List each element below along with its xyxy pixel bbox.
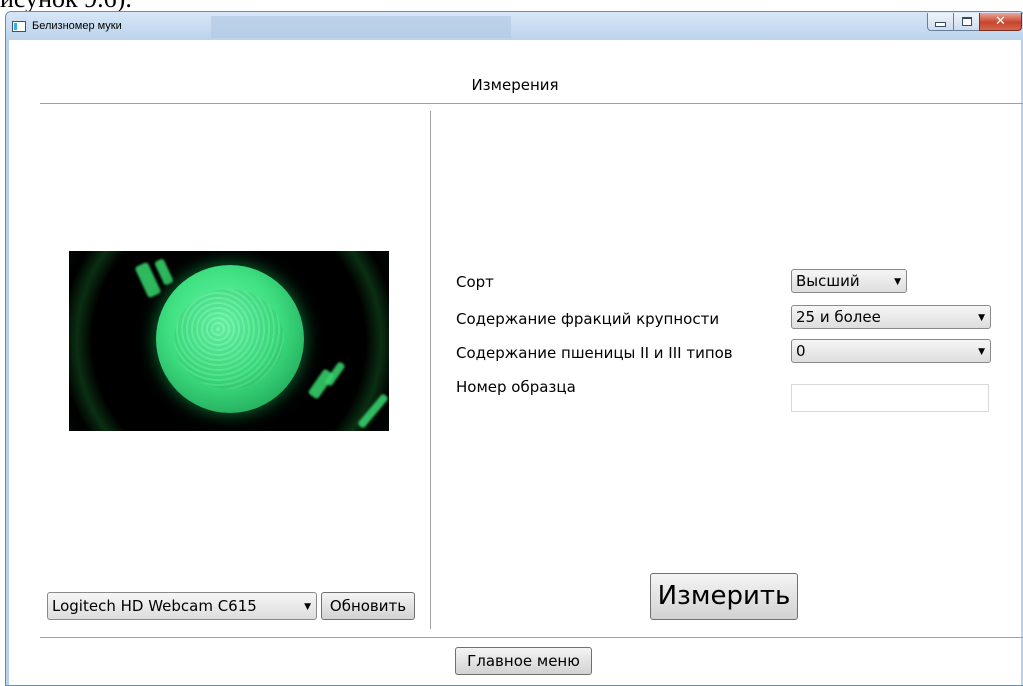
minimize-icon (935, 22, 946, 27)
sample-number-label: Номер образца (456, 378, 576, 396)
chevron-down-icon: ▼ (304, 602, 311, 612)
chevron-down-icon: ▼ (978, 313, 985, 323)
grade-label: Сорт (456, 273, 494, 291)
wheat-label: Содержание пшеницы II и III типов (456, 344, 733, 362)
camera-preview (69, 251, 389, 431)
app-window: Белизномер муки ✕ Измерения Сорт Высший … (5, 11, 1023, 686)
maximize-icon (961, 17, 972, 26)
wheat-select[interactable]: 0 ▼ (791, 339, 991, 363)
section-title: Измерения (471, 76, 559, 94)
refresh-button[interactable]: Обновить (321, 592, 415, 620)
background-overlay (211, 16, 511, 38)
close-button[interactable]: ✕ (979, 13, 1022, 31)
fraction-label: Содержание фракций крупности (456, 310, 720, 328)
app-icon (12, 21, 26, 32)
camera-select-value: Logitech HD Webcam C615 (52, 597, 257, 615)
close-icon: ✕ (995, 14, 1006, 29)
main-menu-button[interactable]: Главное меню (455, 647, 592, 675)
fraction-select-value: 25 и более (796, 308, 881, 326)
sample-number-input[interactable] (791, 384, 989, 412)
bottom-divider (40, 637, 1023, 638)
top-divider (40, 103, 1023, 104)
vertical-divider (430, 111, 431, 629)
window-title: Белизномер муки (32, 20, 122, 32)
measure-button[interactable]: Измерить (650, 573, 798, 620)
minimize-button[interactable] (927, 13, 954, 31)
grade-select-value: Высший (796, 272, 860, 290)
title-bar[interactable]: Белизномер муки ✕ (6, 12, 1023, 40)
fraction-select[interactable]: 25 и более ▼ (791, 305, 991, 329)
wheat-select-value: 0 (796, 342, 806, 360)
grade-select[interactable]: Высший ▼ (791, 269, 907, 293)
maximize-button[interactable] (953, 13, 980, 31)
chevron-down-icon: ▼ (978, 347, 985, 357)
client-area: Измерения Сорт Высший ▼ Содержание фракц… (9, 40, 1023, 685)
camera-select[interactable]: Logitech HD Webcam C615 ▼ (47, 592, 317, 620)
chevron-down-icon: ▼ (894, 277, 901, 287)
flour-sample-disc (156, 265, 304, 413)
